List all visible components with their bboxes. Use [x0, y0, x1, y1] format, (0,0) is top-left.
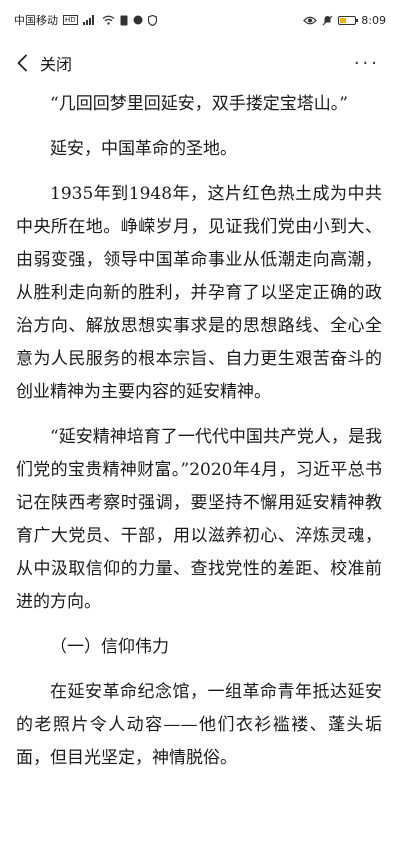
status-right: 8:09	[303, 14, 386, 27]
nav-bar: 关闭 ···	[0, 40, 400, 86]
shield-icon	[147, 14, 157, 26]
signal-icon	[82, 15, 97, 25]
battery-level	[340, 17, 347, 23]
notification-icon	[120, 15, 128, 26]
app-notification-icon	[133, 15, 143, 25]
mute-icon	[322, 15, 333, 26]
eye-icon	[303, 16, 318, 25]
hd-badge: HD	[63, 15, 78, 25]
battery-icon	[338, 15, 359, 25]
close-button[interactable]: 关闭	[16, 51, 72, 75]
nav-title: 关闭	[40, 55, 73, 74]
section-heading: （一）信仰伟力	[50, 637, 169, 657]
status-left: 中国移动 HD	[14, 12, 157, 28]
article-paragraph: 在延安革命纪念馆，一组革命青年抵达延安的老照片令人动容——他们衣衫褴褛、蓬头垢面…	[16, 682, 382, 768]
chevron-left-icon	[16, 54, 28, 72]
article-paragraph: “几回回梦里回延安，双手搂定宝塔山。”	[50, 94, 348, 114]
article-paragraph: “延安精神培育了一代代中国共产党人，是我们党的宝贵精神财富。”2020年4月，习…	[16, 427, 382, 612]
article-body: “几回回梦里回延安，双手搂定宝塔山。” 延安，中国革命的圣地。 1935年到19…	[0, 88, 400, 787]
article-paragraph: 延安，中国革命的圣地。	[50, 139, 237, 159]
more-options-button[interactable]: ···	[350, 49, 384, 78]
status-bar: 中国移动 HD 8:09	[0, 0, 400, 40]
article-paragraph: 1935年到1948年，这片红色热土成为中共中央所在地。峥嵘岁月，见证我们党由小…	[16, 184, 382, 402]
wifi-icon	[102, 15, 115, 25]
clock: 8:09	[361, 13, 386, 27]
carrier-label: 中国移动	[14, 14, 58, 27]
